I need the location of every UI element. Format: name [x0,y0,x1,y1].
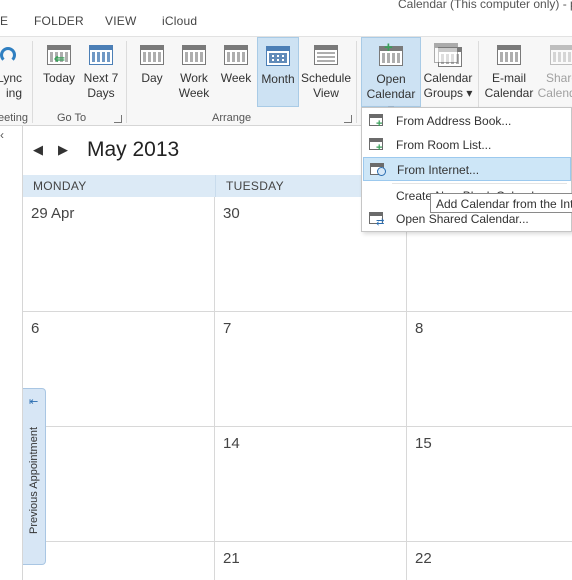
day-number: 8 [415,320,424,337]
month-label: Month [261,72,295,86]
day-cell[interactable]: 0 [23,542,215,580]
month-grid: 29 Apr 30 6 7 8 14 15 0 21 22 [23,197,572,580]
goto-dialog-launcher[interactable] [114,115,122,123]
window-title: Calendar (This computer only) - p [398,0,572,11]
room-list-icon: + [369,138,385,154]
day-view-icon [139,43,165,67]
day-number: 22 [415,550,432,567]
day-cell[interactable]: 6 [23,312,215,427]
day-number: 7 [223,320,232,337]
calendar-groups-button[interactable]: Calendar Groups ▾ [422,37,474,107]
previous-month-button[interactable]: ◀ [33,142,43,158]
lync-label-2: ing [5,86,22,100]
work-week-view-button[interactable]: Work Week [174,37,214,107]
next-7-days-icon [88,43,114,67]
month-view-button[interactable]: Month [257,37,299,107]
week-view-button[interactable]: Week [216,37,256,107]
tab-view[interactable]: VIEW [105,14,136,28]
open-calendar-label-1: Open [376,72,406,86]
open-calendar-button[interactable]: + Open Calendar ▾ [361,37,421,116]
next-7-label-2: Days [87,86,115,100]
email-calendar-icon [496,43,522,67]
email-calendar-label-2: Calendar [484,86,534,100]
open-calendar-icon: + [378,40,404,68]
schedule-label-1: Schedule [300,71,352,85]
ribbon-separator [356,41,357,123]
email-calendar-label-1: E-mail [491,71,526,85]
tab-icloud[interactable]: iCloud [162,14,197,28]
day-cell[interactable]: 14 [215,427,407,542]
share-calendar-label-1: Share [545,71,572,85]
internet-calendar-icon [370,163,386,177]
work-week-icon [181,43,207,67]
week-view-icon [223,43,249,67]
day-cell[interactable]: 8 [407,312,572,427]
day-number: 14 [223,435,240,452]
month-view-icon [265,44,291,68]
week-label: Week [220,71,252,85]
lync-label-1: Lync [0,71,22,85]
tooltip: Add Calendar from the Internet [430,193,572,213]
calendar-groups-label-2: Groups ▾ [423,86,473,100]
day-cell[interactable]: 7 [215,312,407,427]
day-number: 21 [223,550,240,567]
today-label: Today [42,71,76,85]
day-number: 15 [415,435,432,452]
day-number: 30 [223,205,240,222]
day-label: Day [141,71,163,85]
lync-icon [0,43,20,67]
arrange-dialog-launcher[interactable] [344,115,352,123]
next-month-button[interactable]: ▶ [58,142,68,158]
today-button[interactable]: ⇐ Today [38,37,80,107]
share-calendar-label-2: Calendar [537,86,572,100]
group-arrange-label: Arrange [212,112,252,124]
work-week-label-2: Week [178,86,210,100]
tab-file[interactable]: E [0,14,8,28]
ribbon-separator [32,41,33,123]
day-cell[interactable]: 22 [407,542,572,580]
schedule-view-icon [313,43,339,67]
day-header-monday: MONDAY [23,175,215,197]
month-title: May 2013 [87,138,180,161]
day-view-button[interactable]: Day [133,37,171,107]
menu-item-from-address-book[interactable]: + From Address Book... [363,109,571,133]
group-meeting-label: eeting [0,112,28,124]
open-calendar-menu: + From Address Book... + From Room List.… [361,107,572,232]
navigation-pane-collapsed [0,126,23,580]
day-cell[interactable]: 21 [215,542,407,580]
ribbon-separator [126,41,127,123]
previous-appointment-tab[interactable]: ⇤ Previous Appointment [23,388,46,565]
group-goto-label: Go To [57,112,87,124]
day-cell[interactable]: 29 Apr [23,197,215,312]
next-7-days-button[interactable]: Next 7 Days [81,37,121,107]
shared-calendar-icon: ⇄ [369,212,385,228]
day-cell[interactable] [23,427,215,542]
menu-item-from-internet[interactable]: From Internet... [363,157,571,181]
work-week-label-1: Work [180,71,208,85]
ribbon-tab-bar: E FOLDER VIEW iCloud Calendar (This comp… [0,0,572,36]
share-calendar-icon [549,43,572,67]
plus-icon: + [384,39,393,56]
calendar-groups-label-1: Calendar [423,71,473,85]
day-number: 29 Apr [31,205,75,222]
tab-folder[interactable]: FOLDER [34,14,84,28]
previous-appointment-arrow-icon: ⇤ [29,396,39,408]
today-icon: ⇐ [46,43,72,67]
day-number: 6 [31,320,40,337]
email-calendar-button[interactable]: E-mail Calendar [482,37,536,107]
address-book-icon: + [369,114,385,130]
previous-appointment-label: Previous Appointment [28,426,40,534]
share-calendar-button[interactable]: Share Calendar [536,37,572,107]
schedule-label-2: View [313,86,339,100]
next-7-label-1: Next 7 [83,71,119,85]
calendar-groups-icon [434,43,462,67]
lync-meeting-button[interactable]: Lync ing [0,37,22,107]
collapse-chevron-icon[interactable]: ‹ [0,128,4,142]
menu-item-from-room-list[interactable]: + From Room List... [363,133,571,157]
schedule-view-button[interactable]: Schedule View [300,37,352,107]
day-cell[interactable]: 15 [407,427,572,542]
